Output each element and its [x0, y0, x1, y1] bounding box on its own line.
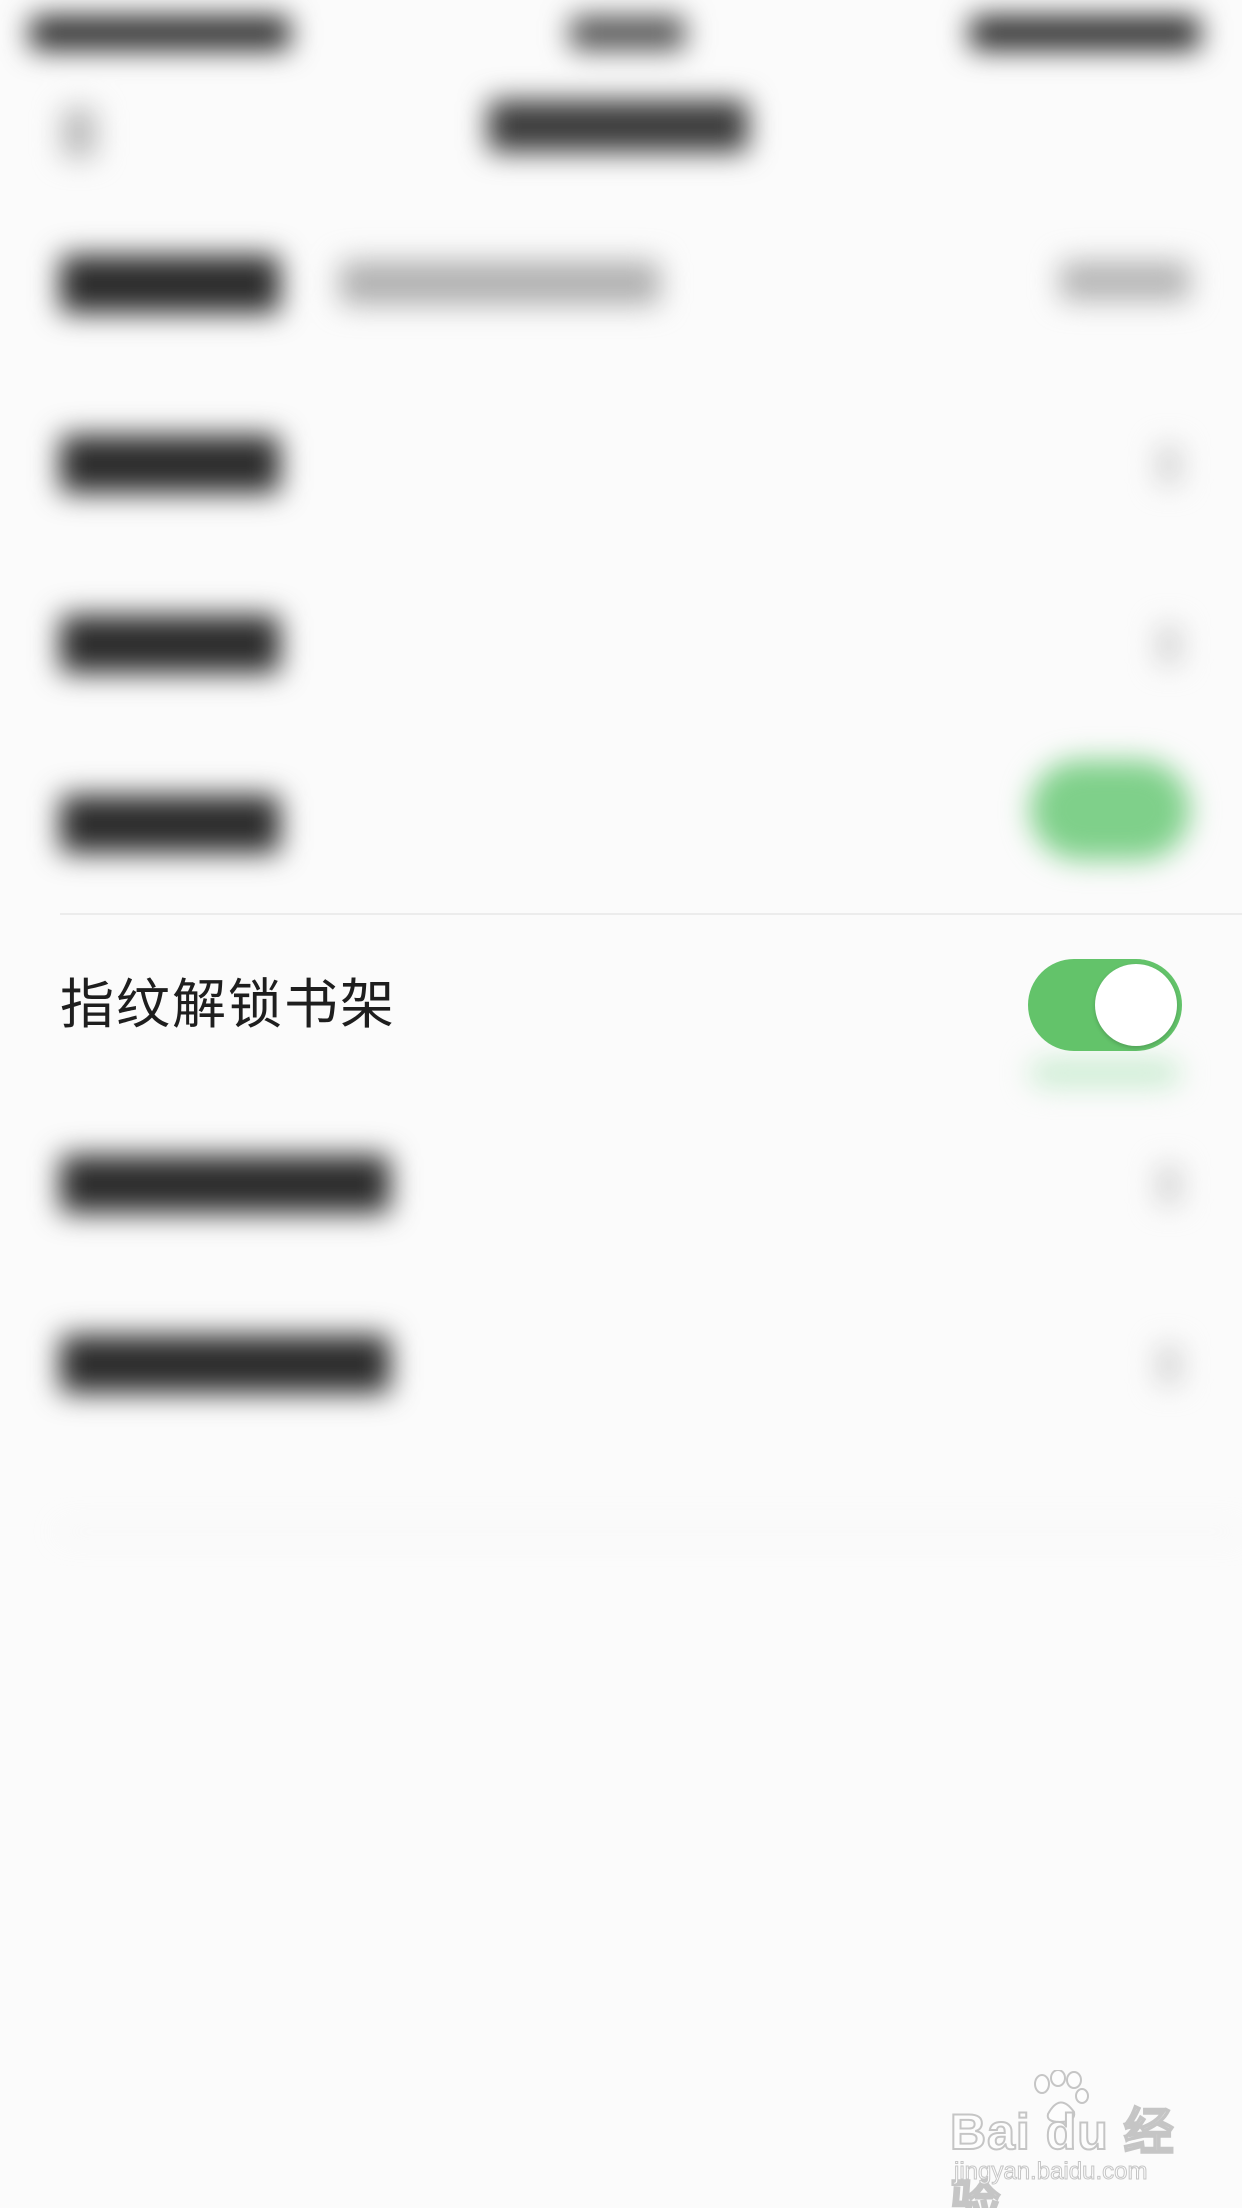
- row-value: [1060, 261, 1190, 301]
- fingerprint-unlock-toggle[interactable]: [1028, 959, 1182, 1051]
- row-label: [60, 1335, 390, 1393]
- toggle-switch-blurred[interactable]: [1030, 760, 1190, 860]
- status-battery: [970, 16, 1200, 50]
- settings-row-2[interactable]: [0, 375, 1242, 555]
- chevron-right-icon: [1158, 1345, 1180, 1385]
- toggle-knob[interactable]: [1095, 964, 1177, 1046]
- blurred-background: [0, 0, 1242, 2208]
- fingerprint-unlock-row[interactable]: 指纹解锁书架: [0, 915, 1242, 1095]
- section-divider: [60, 1530, 1242, 1533]
- watermark-url: jingyan.baidu.com: [953, 2158, 1148, 2186]
- watermark-brand: Bai du 经验: [949, 2103, 1175, 2208]
- settings-screen: 指纹解锁书架 Bai du 经验 jingyan.baidu.com: [0, 0, 1242, 2208]
- row-label: [60, 795, 280, 853]
- status-time: [570, 16, 685, 50]
- status-bar: [0, 0, 1242, 60]
- baidu-jingyan-watermark: Bai du 经验 jingyan.baidu.com: [949, 2070, 1190, 2208]
- page-title: [488, 100, 748, 152]
- row-label: [60, 615, 280, 673]
- chevron-right-icon: [1158, 445, 1180, 485]
- chevron-right-icon: [1158, 625, 1180, 665]
- row-label: [60, 255, 280, 313]
- status-carrier: [30, 16, 290, 50]
- settings-row-7[interactable]: [0, 1275, 1242, 1455]
- row-label: [60, 1155, 390, 1213]
- back-chevron-icon[interactable]: [62, 108, 96, 158]
- row-description: [340, 261, 660, 305]
- fingerprint-unlock-label: 指纹解锁书架: [60, 973, 396, 1036]
- settings-row-3[interactable]: [0, 555, 1242, 735]
- chevron-right-icon: [1158, 1165, 1180, 1205]
- settings-row-6[interactable]: [0, 1095, 1242, 1275]
- settings-row-1[interactable]: [0, 195, 1242, 375]
- row-label: [60, 435, 280, 493]
